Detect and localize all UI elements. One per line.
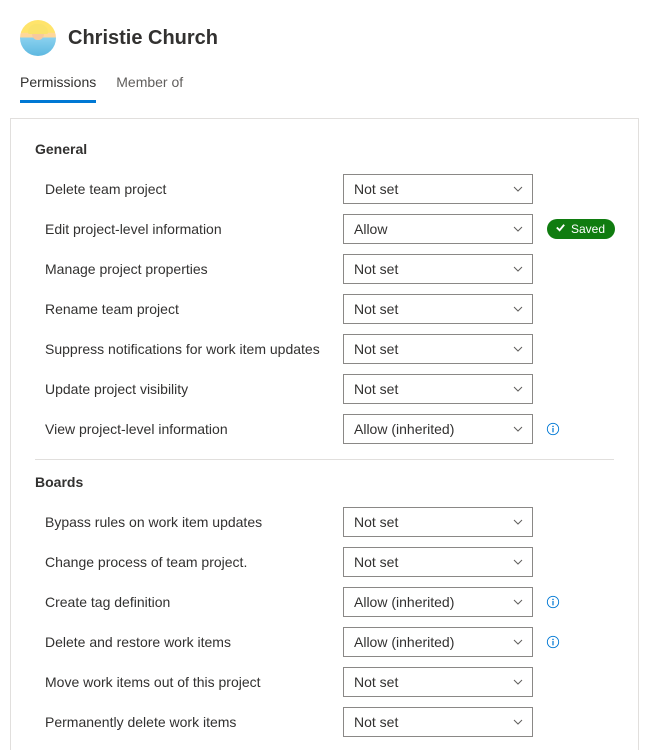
chevron-down-icon: [512, 183, 524, 195]
permission-select[interactable]: Allow (inherited): [343, 587, 533, 617]
permission-row: Permanently delete work items Not set: [35, 702, 614, 742]
permission-label: Delete and restore work items: [45, 634, 231, 650]
chevron-down-icon: [512, 556, 524, 568]
info-icon[interactable]: [545, 594, 561, 610]
permission-select[interactable]: Not set: [343, 174, 533, 204]
permission-row: Manage project properties Not set: [35, 249, 614, 289]
chevron-down-icon: [512, 516, 524, 528]
section-title: Boards: [35, 474, 614, 490]
permission-select[interactable]: Not set: [343, 254, 533, 284]
permission-row: Edit project-level information Allow Saved: [35, 209, 614, 249]
chevron-down-icon: [512, 716, 524, 728]
permission-value: Allow: [354, 221, 387, 237]
tab-bar: Permissions Member of: [0, 66, 649, 104]
tab-permissions[interactable]: Permissions: [20, 66, 96, 103]
info-icon[interactable]: [545, 634, 561, 650]
permission-label: Edit project-level information: [45, 221, 222, 237]
info-icon[interactable]: [545, 421, 561, 437]
chevron-down-icon: [512, 596, 524, 608]
permission-label: Update project visibility: [45, 381, 188, 397]
chevron-down-icon: [512, 383, 524, 395]
check-icon: [555, 222, 566, 236]
chevron-down-icon: [512, 303, 524, 315]
permission-value: Allow (inherited): [354, 421, 454, 437]
permission-select[interactable]: Allow (inherited): [343, 414, 533, 444]
permission-value: Not set: [354, 381, 398, 397]
permission-select[interactable]: Allow: [343, 214, 533, 244]
permission-row: Update project visibility Not set: [35, 369, 614, 409]
permission-label: Create tag definition: [45, 594, 170, 610]
avatar: [20, 20, 56, 56]
permission-row: Delete and restore work items Allow (inhe…: [35, 622, 614, 662]
permission-label: Manage project properties: [45, 261, 208, 277]
permission-value: Not set: [354, 714, 398, 730]
permission-value: Not set: [354, 674, 398, 690]
permission-label: View project-level information: [45, 421, 228, 437]
chevron-down-icon: [512, 223, 524, 235]
permission-value: Allow (inherited): [354, 594, 454, 610]
page-title: Christie Church: [68, 27, 218, 50]
permission-value: Not set: [354, 301, 398, 317]
permission-row: Suppress notifications for work item upd…: [35, 329, 614, 369]
permission-select[interactable]: Not set: [343, 334, 533, 364]
permission-row: Bypass rules on work item updates Not set: [35, 502, 614, 542]
permission-row: View project-level information Allow (inh…: [35, 409, 614, 449]
permission-value: Not set: [354, 341, 398, 357]
saved-label: Saved: [571, 222, 605, 236]
chevron-down-icon: [512, 636, 524, 648]
permission-row: Delete team project Not set: [35, 169, 614, 209]
section-title: General: [35, 141, 614, 157]
permission-value: Not set: [354, 261, 398, 277]
permission-row: Move work items out of this project Not s…: [35, 662, 614, 702]
permission-select[interactable]: Not set: [343, 547, 533, 577]
permission-label: Bypass rules on work item updates: [45, 514, 262, 530]
chevron-down-icon: [512, 263, 524, 275]
saved-badge: Saved: [547, 219, 615, 239]
chevron-down-icon: [512, 343, 524, 355]
tab-member-of[interactable]: Member of: [116, 66, 183, 103]
permission-select[interactable]: Not set: [343, 507, 533, 537]
permission-row: Create tag definition Allow (inherited): [35, 582, 614, 622]
permission-label: Rename team project: [45, 301, 179, 317]
permission-label: Permanently delete work items: [45, 714, 236, 730]
chevron-down-icon: [512, 676, 524, 688]
permission-label: Suppress notifications for work item upd…: [45, 341, 320, 357]
permission-select[interactable]: Not set: [343, 707, 533, 737]
permission-select[interactable]: Allow (inherited): [343, 627, 533, 657]
permission-select[interactable]: Not set: [343, 374, 533, 404]
permission-select[interactable]: Not set: [343, 667, 533, 697]
permission-value: Not set: [354, 514, 398, 530]
permission-row: Rename team project Not set: [35, 289, 614, 329]
chevron-down-icon: [512, 423, 524, 435]
permission-value: Allow (inherited): [354, 634, 454, 650]
divider: [35, 459, 614, 460]
permission-select[interactable]: Not set: [343, 294, 533, 324]
permission-label: Delete team project: [45, 181, 166, 197]
permission-value: Not set: [354, 181, 398, 197]
permission-label: Change process of team project.: [45, 554, 247, 570]
permission-label: Move work items out of this project: [45, 674, 261, 690]
permission-value: Not set: [354, 554, 398, 570]
permission-row: Change process of team project. Not set: [35, 542, 614, 582]
permissions-panel: General Delete team project Not set Edit pr…: [10, 118, 639, 750]
